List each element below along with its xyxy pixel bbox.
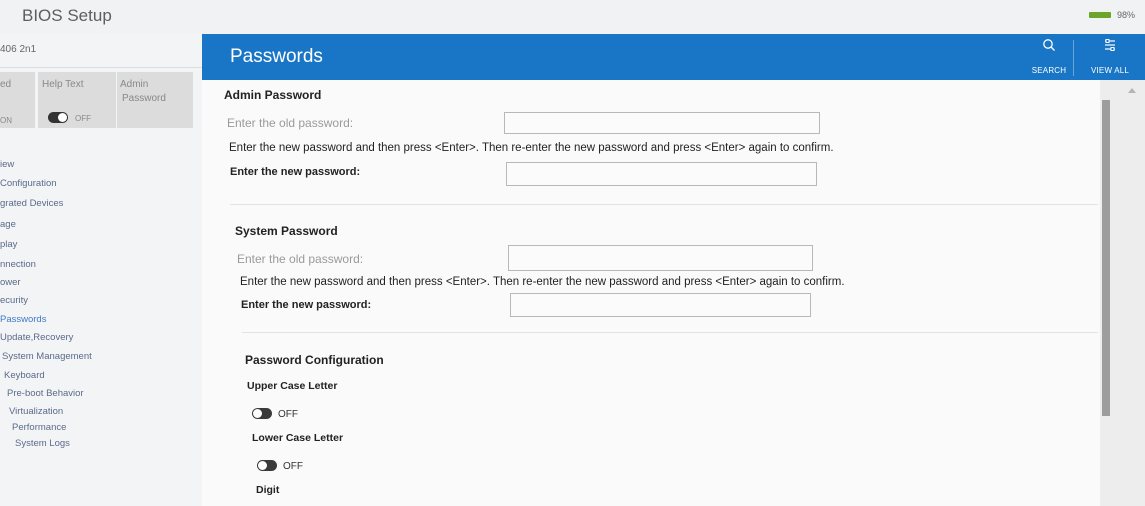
help-text-label: Help Text (42, 79, 84, 90)
nav-item-passwords[interactable]: Passwords (0, 314, 46, 325)
sidebar: 406 2n1 ed ON Help Text OFF Admin Passwo… (0, 34, 202, 506)
sidebar-divider (0, 67, 202, 68)
left-column-label: ed (0, 79, 12, 90)
password-configuration-title: Password Configuration (245, 353, 384, 367)
header-separator (1073, 40, 1074, 76)
scroll-thumb[interactable] (1102, 100, 1110, 416)
system-old-password-field[interactable] (508, 245, 813, 271)
help-text-toggle[interactable] (48, 112, 68, 123)
admin-new-password-label: Enter the new password: (230, 166, 361, 178)
battery-level: 98% (1116, 10, 1135, 20)
nav-item-keyboard[interactable]: Keyboard (4, 370, 45, 381)
system-model: 406 2n1 (0, 44, 37, 55)
search-label: SEARCH (1031, 66, 1067, 75)
admin-new-password-field[interactable] (506, 162, 817, 186)
admin-label-2: Password (122, 93, 166, 104)
nav-item-storage[interactable]: age (0, 219, 16, 230)
main-content: Admin Password Enter the old password: E… (202, 80, 1100, 506)
view-all-label: VIEW ALL (1090, 66, 1130, 75)
lower-case-state: OFF (283, 461, 303, 472)
nav-item-pre-boot-behavior[interactable]: Pre-boot Behavior (7, 388, 84, 399)
nav-item-security[interactable]: ecurity (0, 295, 28, 306)
page-header: Passwords SEARCH VIEW ALL (202, 34, 1145, 80)
lower-case-toggle[interactable] (257, 460, 277, 471)
system-password-instructions: Enter the new password and then press <E… (240, 276, 845, 288)
system-new-password-label: Enter the new password: (241, 299, 372, 311)
section-divider (242, 332, 1098, 333)
nav-item-virtualization[interactable]: Virtualization (9, 406, 63, 417)
section-divider (230, 204, 1098, 205)
search-icon (1042, 38, 1056, 55)
left-toggle-label: ON (0, 116, 12, 125)
settings-list-icon (1103, 38, 1117, 55)
nav-item-connection[interactable]: nnection (0, 259, 36, 270)
admin-password-instructions: Enter the new password and then press <E… (229, 142, 834, 154)
help-text-state: OFF (75, 114, 91, 123)
nav-item-performance[interactable]: Performance (12, 422, 66, 433)
digit-label: Digit (256, 484, 280, 496)
admin-old-password-field[interactable] (504, 112, 820, 134)
battery-icon (1089, 12, 1111, 18)
nav-item-power[interactable]: ower (0, 277, 21, 288)
scroll-up-arrow-icon[interactable] (1128, 88, 1136, 93)
admin-password-title: Admin Password (224, 88, 322, 102)
upper-case-label: Upper Case Letter (247, 380, 338, 392)
nav-item-overview[interactable]: iew (0, 159, 14, 170)
page-title: Passwords (230, 46, 323, 67)
upper-case-state: OFF (278, 409, 298, 420)
app-title: BIOS Setup (22, 6, 112, 25)
nav-item-system-logs[interactable]: System Logs (15, 438, 70, 449)
title-bar: BIOS Setup 98% (0, 0, 1145, 34)
system-old-password-label: Enter the old password: (237, 252, 364, 266)
search-button[interactable]: SEARCH (1027, 34, 1071, 80)
nav-item-integrated-devices[interactable]: grated Devices (0, 198, 63, 209)
view-all-button[interactable]: VIEW ALL (1086, 34, 1134, 80)
admin-old-password-label: Enter the old password: (227, 116, 354, 130)
admin-label-1: Admin (120, 79, 149, 90)
upper-case-toggle[interactable] (252, 408, 272, 419)
nav-item-update-recovery[interactable]: Update,Recovery (0, 332, 73, 343)
lower-case-label: Lower Case Letter (252, 432, 344, 444)
system-password-title: System Password (235, 224, 338, 238)
system-new-password-field[interactable] (510, 293, 811, 317)
scrollbar[interactable] (1100, 80, 1145, 506)
nav-item-system-management[interactable]: System Management (2, 351, 92, 362)
nav-item-configuration[interactable]: Configuration (0, 178, 57, 189)
nav-item-display[interactable]: play (0, 239, 17, 250)
